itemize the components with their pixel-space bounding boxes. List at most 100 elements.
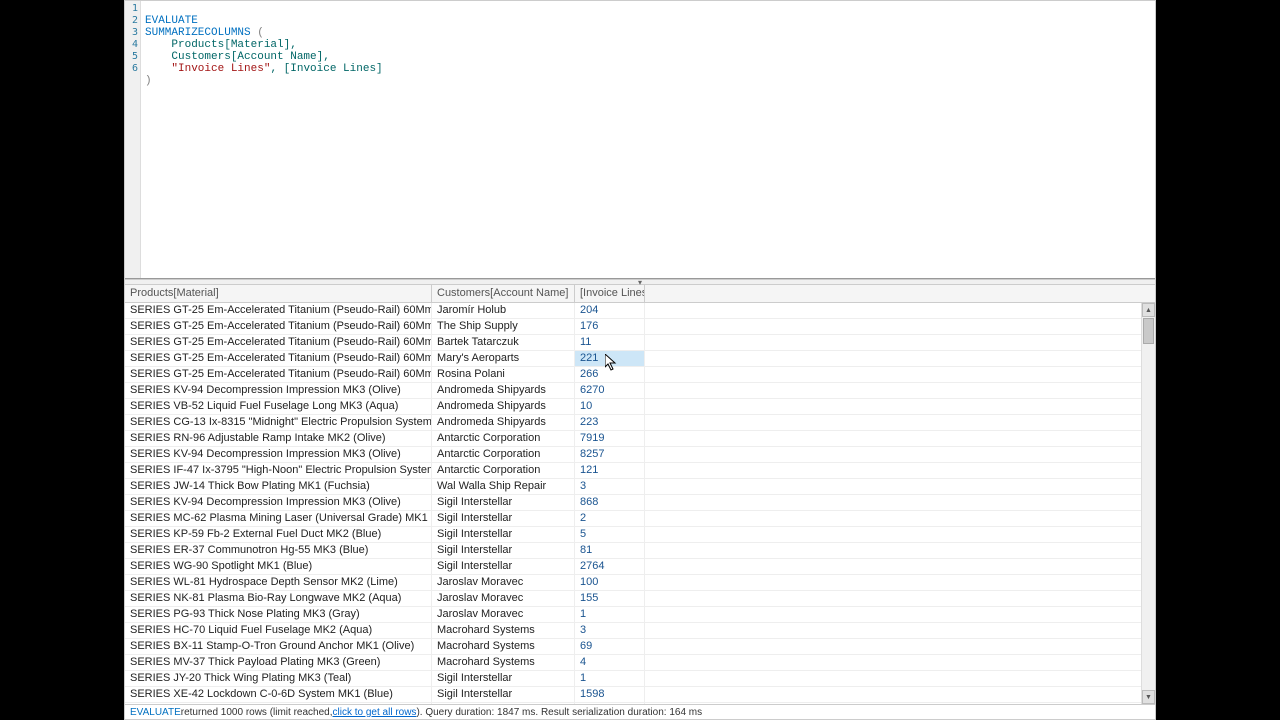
cell-material[interactable]: SERIES GT-25 Em-Accelerated Titanium (Ps… — [125, 351, 432, 366]
scroll-down-button[interactable]: ▼ — [1142, 690, 1155, 704]
cell-material[interactable]: SERIES CG-13 Ix-8315 "Midnight" Electric… — [125, 415, 432, 430]
cell-invoice-lines[interactable]: 1 — [575, 671, 645, 686]
cell-account[interactable]: Jaromír Holub — [432, 303, 575, 318]
cell-invoice-lines[interactable]: 223 — [575, 415, 645, 430]
cell-account[interactable]: Sigil Interstellar — [432, 559, 575, 574]
cell-invoice-lines[interactable]: 81 — [575, 543, 645, 558]
cell-material[interactable]: SERIES IF-47 Ix-3795 "High-Noon" Electri… — [125, 463, 432, 478]
table-row[interactable]: SERIES WG-90 Spotlight MK1 (Blue)Sigil I… — [125, 559, 1155, 575]
table-row[interactable]: SERIES XE-42 Lockdown C-0-6D System MK1 … — [125, 687, 1155, 703]
cell-material[interactable]: SERIES MC-62 Plasma Mining Laser (Univer… — [125, 511, 432, 526]
table-row[interactable]: SERIES NK-81 Plasma Bio-Ray Longwave MK2… — [125, 591, 1155, 607]
vertical-scrollbar[interactable]: ▲ ▼ — [1141, 303, 1155, 704]
cell-account[interactable]: Andromeda Shipyards — [432, 415, 575, 430]
cell-account[interactable]: Bartek Tatarczuk — [432, 335, 575, 350]
cell-invoice-lines[interactable]: 100 — [575, 575, 645, 590]
cell-invoice-lines[interactable]: 8257 — [575, 447, 645, 462]
cell-invoice-lines[interactable]: 1598 — [575, 687, 645, 702]
cell-invoice-lines[interactable]: 6270 — [575, 383, 645, 398]
cell-material[interactable]: SERIES RN-96 Adjustable Ramp Intake MK2 … — [125, 431, 432, 446]
cell-invoice-lines[interactable]: 176 — [575, 319, 645, 334]
cell-invoice-lines[interactable]: 155 — [575, 591, 645, 606]
cell-material[interactable]: SERIES PG-93 Thick Nose Plating MK3 (Gra… — [125, 607, 432, 622]
cell-invoice-lines[interactable]: 120 — [575, 703, 645, 704]
table-row[interactable]: SERIES HC-70 Liquid Fuel Fuselage MK2 (A… — [125, 623, 1155, 639]
table-row[interactable]: SERIES MV-37 Thick Payload Plating MK3 (… — [125, 655, 1155, 671]
table-row[interactable]: SERIES KV-94 Decompression Impression MK… — [125, 447, 1155, 463]
cell-material[interactable]: SERIES JW-14 Thick Bow Plating MK1 (Fuch… — [125, 479, 432, 494]
cell-material[interactable]: SERIES NK-81 Plasma Bio-Ray Longwave MK2… — [125, 591, 432, 606]
cell-material[interactable]: SERIES ER-37 Communotron Hg-55 MK3 (Blue… — [125, 543, 432, 558]
cell-material[interactable]: SERIES WL-81 Hydrospace Depth Sensor MK2… — [125, 575, 432, 590]
table-row[interactable]: SERIES ER-37 Communotron Hg-55 MK3 (Blue… — [125, 543, 1155, 559]
cell-account[interactable]: Rosina Polani — [432, 367, 575, 382]
grid-body[interactable]: SERIES GT-25 Em-Accelerated Titanium (Ps… — [125, 303, 1155, 704]
cell-invoice-lines[interactable]: 3 — [575, 479, 645, 494]
cell-account[interactable]: Macrohard Systems — [432, 655, 575, 670]
table-row[interactable]: SERIES NO-68 Sc-9001 Science Jr MK1 (Bla… — [125, 703, 1155, 704]
column-header-invoice-lines[interactable]: [Invoice Lines] — [575, 285, 645, 302]
table-row[interactable]: SERIES CG-13 Ix-8315 "Midnight" Electric… — [125, 415, 1155, 431]
cell-material[interactable]: SERIES GT-25 Em-Accelerated Titanium (Ps… — [125, 367, 432, 382]
cell-account[interactable]: Antarctic Corporation — [432, 703, 575, 704]
table-row[interactable]: SERIES MC-62 Plasma Mining Laser (Univer… — [125, 511, 1155, 527]
code-content[interactable]: EVALUATE SUMMARIZECOLUMNS ( Products[Mat… — [141, 1, 1155, 278]
cell-account[interactable]: Mary's Aeroparts — [432, 351, 575, 366]
cell-account[interactable]: Wal Walla Ship Repair — [432, 479, 575, 494]
cell-invoice-lines[interactable]: 3 — [575, 623, 645, 638]
cell-material[interactable]: SERIES GT-25 Em-Accelerated Titanium (Ps… — [125, 319, 432, 334]
table-row[interactable]: SERIES GT-25 Em-Accelerated Titanium (Ps… — [125, 335, 1155, 351]
cell-account[interactable]: Antarctic Corporation — [432, 463, 575, 478]
cell-invoice-lines[interactable]: 2764 — [575, 559, 645, 574]
cell-material[interactable]: SERIES GT-25 Em-Accelerated Titanium (Ps… — [125, 303, 432, 318]
table-row[interactable]: SERIES KV-94 Decompression Impression MK… — [125, 495, 1155, 511]
cell-account[interactable]: Antarctic Corporation — [432, 447, 575, 462]
cell-account[interactable]: Macrohard Systems — [432, 639, 575, 654]
table-row[interactable]: SERIES VB-52 Liquid Fuel Fuselage Long M… — [125, 399, 1155, 415]
cell-invoice-lines[interactable]: 10 — [575, 399, 645, 414]
cell-material[interactable]: SERIES KV-94 Decompression Impression MK… — [125, 383, 432, 398]
cell-account[interactable]: Sigil Interstellar — [432, 527, 575, 542]
cell-material[interactable]: SERIES WG-90 Spotlight MK1 (Blue) — [125, 559, 432, 574]
cell-account[interactable]: Sigil Interstellar — [432, 495, 575, 510]
cell-material[interactable]: SERIES JY-20 Thick Wing Plating MK3 (Tea… — [125, 671, 432, 686]
cell-invoice-lines[interactable]: 4 — [575, 655, 645, 670]
table-row[interactable]: SERIES GT-25 Em-Accelerated Titanium (Ps… — [125, 303, 1155, 319]
code-editor[interactable]: 1 2 3 4 5 6 EVALUATE SUMMARIZECOLUMNS ( … — [125, 1, 1155, 279]
get-all-rows-link[interactable]: click to get all rows — [333, 707, 417, 718]
table-row[interactable]: SERIES IF-47 Ix-3795 "High-Noon" Electri… — [125, 463, 1155, 479]
cell-invoice-lines[interactable]: 7919 — [575, 431, 645, 446]
cell-material[interactable]: SERIES HC-70 Liquid Fuel Fuselage MK2 (A… — [125, 623, 432, 638]
cell-account[interactable]: Andromeda Shipyards — [432, 383, 575, 398]
cell-invoice-lines[interactable]: 868 — [575, 495, 645, 510]
table-row[interactable]: SERIES GT-25 Em-Accelerated Titanium (Ps… — [125, 319, 1155, 335]
cell-account[interactable]: Sigil Interstellar — [432, 511, 575, 526]
cell-material[interactable]: SERIES KP-59 Fb-2 External Fuel Duct MK2… — [125, 527, 432, 542]
column-header-material[interactable]: Products[Material] — [125, 285, 432, 302]
cell-invoice-lines[interactable]: 121 — [575, 463, 645, 478]
table-row[interactable]: SERIES RN-96 Adjustable Ramp Intake MK2 … — [125, 431, 1155, 447]
cell-invoice-lines[interactable]: 1 — [575, 607, 645, 622]
cell-invoice-lines[interactable]: 11 — [575, 335, 645, 350]
column-header-account[interactable]: Customers[Account Name] — [432, 285, 575, 302]
table-row[interactable]: SERIES KP-59 Fb-2 External Fuel Duct MK2… — [125, 527, 1155, 543]
table-row[interactable]: SERIES BX-11 Stamp-O-Tron Ground Anchor … — [125, 639, 1155, 655]
cell-material[interactable]: SERIES XE-42 Lockdown C-0-6D System MK1 … — [125, 687, 432, 702]
cell-account[interactable]: Jaroslav Moravec — [432, 591, 575, 606]
cell-material[interactable]: SERIES GT-25 Em-Accelerated Titanium (Ps… — [125, 335, 432, 350]
table-row[interactable]: SERIES GT-25 Em-Accelerated Titanium (Ps… — [125, 351, 1155, 367]
cell-account[interactable]: Sigil Interstellar — [432, 671, 575, 686]
table-row[interactable]: SERIES GT-25 Em-Accelerated Titanium (Ps… — [125, 367, 1155, 383]
table-row[interactable]: SERIES PG-93 Thick Nose Plating MK3 (Gra… — [125, 607, 1155, 623]
cell-account[interactable]: Macrohard Systems — [432, 623, 575, 638]
cell-invoice-lines[interactable]: 2 — [575, 511, 645, 526]
scroll-thumb[interactable] — [1143, 318, 1154, 344]
cell-material[interactable]: SERIES VB-52 Liquid Fuel Fuselage Long M… — [125, 399, 432, 414]
cell-account[interactable]: Sigil Interstellar — [432, 543, 575, 558]
table-row[interactable]: SERIES JW-14 Thick Bow Plating MK1 (Fuch… — [125, 479, 1155, 495]
cell-account[interactable]: Jaroslav Moravec — [432, 607, 575, 622]
table-row[interactable]: SERIES JY-20 Thick Wing Plating MK3 (Tea… — [125, 671, 1155, 687]
cell-account[interactable]: Jaroslav Moravec — [432, 575, 575, 590]
scroll-up-button[interactable]: ▲ — [1142, 303, 1155, 317]
cell-account[interactable]: Andromeda Shipyards — [432, 399, 575, 414]
